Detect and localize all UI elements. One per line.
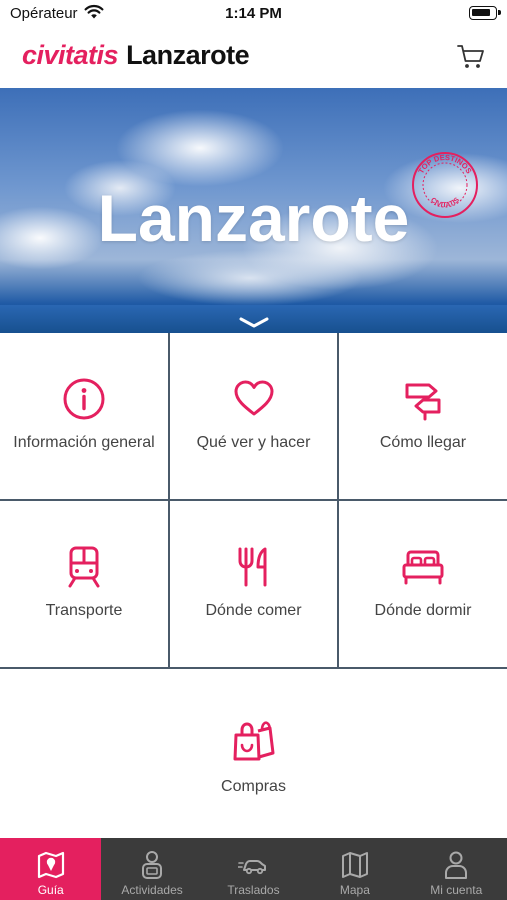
tab-label: Mapa	[339, 883, 370, 897]
menu-item-label: Dónde comer	[205, 602, 302, 619]
svg-text:TOP DESTINOS: TOP DESTINOS	[416, 153, 473, 175]
cart-icon[interactable]	[457, 44, 485, 70]
badge-top-text: TOP DESTINOS	[416, 153, 473, 175]
bottom-tab-bar: Guía Actividades Traslados Mapa Mi cuent…	[0, 838, 507, 900]
menu-item-informacion-general[interactable]: Información general	[0, 333, 168, 499]
tab-actividades[interactable]: Actividades	[101, 838, 202, 900]
hero-banner: Lanzarote TOP DESTINOS CIVITATIS	[0, 88, 507, 333]
destination-title: Lanzarote	[126, 40, 250, 70]
menu-item-compras[interactable]: Compras	[0, 669, 507, 837]
battery-icon	[469, 6, 501, 20]
brand-title: civitatis Lanzarote	[22, 40, 250, 71]
menu-item-label: Compras	[221, 778, 286, 795]
chevron-down-icon[interactable]	[238, 316, 270, 330]
menu-item-como-llegar[interactable]: Cómo llegar	[339, 333, 507, 499]
menu-item-label: Información general	[13, 434, 155, 451]
map-icon	[341, 852, 368, 878]
tab-label: Guía	[37, 883, 64, 897]
shopping-bags-icon	[233, 721, 274, 761]
car-icon	[238, 860, 267, 875]
menu-item-que-ver-y-hacer[interactable]: Qué ver y hacer	[170, 333, 337, 499]
info-icon	[63, 378, 105, 420]
menu-item-label: Cómo llegar	[379, 434, 467, 451]
badge-bottom-text: CIVITATIS	[429, 196, 461, 209]
menu-item-transporte[interactable]: Transporte	[0, 501, 168, 667]
menu-item-donde-comer[interactable]: Dónde comer	[170, 501, 337, 667]
tab-label: Mi cuenta	[430, 883, 483, 897]
user-icon	[445, 851, 468, 879]
clock: 1:14 PM	[225, 5, 282, 22]
bed-icon	[402, 550, 444, 585]
menu-item-label: Transporte	[45, 602, 123, 619]
civitatis-logo: civitatis	[22, 40, 119, 70]
app-header: civitatis Lanzarote	[0, 28, 507, 88]
tab-label: Traslados	[227, 883, 280, 897]
tab-traslados[interactable]: Traslados	[203, 838, 304, 900]
map-pin-icon	[37, 851, 64, 879]
heart-icon	[234, 380, 273, 416]
svg-text:CIVITATIS: CIVITATIS	[429, 196, 461, 209]
menu-item-label: Dónde dormir	[374, 602, 472, 619]
signpost-icon	[405, 383, 441, 421]
tab-mapa[interactable]: Mapa	[304, 838, 405, 900]
guide-menu-grid: Información general Qué ver y hacer Cómo…	[0, 333, 507, 837]
menu-item-label: Qué ver y hacer	[196, 434, 311, 451]
train-icon	[68, 546, 100, 588]
status-bar: Opérateur 1:14 PM	[0, 0, 507, 28]
tab-label: Actividades	[121, 883, 183, 897]
top-destinos-badge: TOP DESTINOS CIVITATIS	[412, 152, 478, 218]
menu-item-donde-dormir[interactable]: Dónde dormir	[339, 501, 507, 667]
tab-guia[interactable]: Guía	[0, 838, 102, 900]
guide-person-icon	[142, 851, 163, 879]
fork-knife-icon	[238, 547, 266, 587]
tab-mi-cuenta[interactable]: Mi cuenta	[406, 838, 507, 900]
